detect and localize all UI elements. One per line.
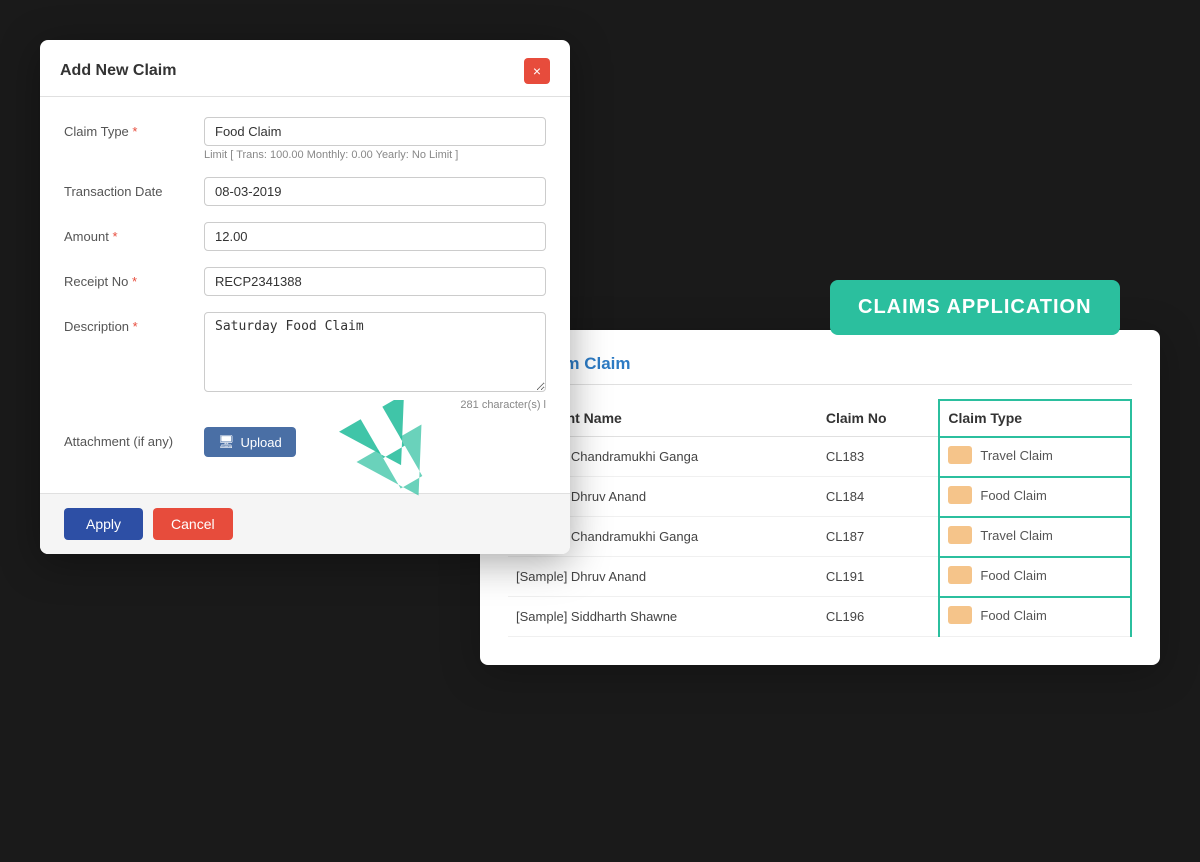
modal-close-button[interactable]: × — [524, 58, 550, 84]
description-label: Description * — [64, 312, 204, 334]
table-row: [Sample] Dhruv Anand CL184 Food Claim — [508, 477, 1131, 517]
claim-type-color-dot — [948, 566, 972, 584]
table-header-row: Applicant Name Claim No Claim Type — [508, 400, 1131, 437]
required-star: * — [132, 124, 137, 139]
cell-claim-type: Food Claim — [939, 557, 1131, 597]
description-control: 281 character(s) l — [204, 312, 546, 411]
claim-type-badge: Food Claim — [948, 566, 1046, 584]
receipt-no-label: Receipt No * — [64, 267, 204, 289]
claim-type-control: Food Claim Limit [ Trans: 100.00 Monthly… — [204, 117, 546, 161]
amount-label: Amount * — [64, 222, 204, 244]
table-row: [Sample] Siddharth Shawne CL196 Food Cla… — [508, 597, 1131, 637]
claim-type-badge: Food Claim — [948, 486, 1046, 504]
claim-type-text: Travel Claim — [980, 528, 1052, 543]
modal-header: Add New Claim × — [40, 40, 570, 97]
receipt-no-input[interactable] — [204, 267, 546, 296]
attachment-row: Attachment (if any) 🖥 Upload — [64, 427, 546, 457]
claim-type-badge: Travel Claim — [948, 526, 1052, 544]
transaction-date-row: Transaction Date — [64, 177, 546, 206]
claim-type-badge: Food Claim — [948, 606, 1046, 624]
cell-claim-no: CL191 — [818, 557, 940, 597]
col-header-claim-no: Claim No — [818, 400, 940, 437]
claim-type-limit: Limit [ Trans: 100.00 Monthly: 0.00 Year… — [204, 149, 546, 161]
cell-applicant: [Sample] Dhruv Anand — [508, 557, 818, 597]
cell-claim-type: Food Claim — [939, 477, 1131, 517]
claim-type-text: Travel Claim — [980, 448, 1052, 463]
scene: Add New Claim × Claim Type * Food Claim … — [0, 0, 1200, 862]
receipt-no-row: Receipt No * — [64, 267, 546, 296]
claim-type-label: Claim Type * — [64, 117, 204, 139]
cancel-button[interactable]: Cancel — [153, 508, 233, 540]
claims-card-title: My Team Claim — [508, 354, 1132, 385]
cell-applicant: [Sample] Siddharth Shawne — [508, 597, 818, 637]
cell-claim-type: Travel Claim — [939, 437, 1131, 477]
claim-type-select[interactable]: Food Claim — [204, 117, 546, 146]
description-row: Description * 281 character(s) l — [64, 312, 546, 411]
amount-required-star: * — [112, 229, 117, 244]
add-claim-modal: Add New Claim × Claim Type * Food Claim … — [40, 40, 570, 554]
claim-type-row: Claim Type * Food Claim Limit [ Trans: 1… — [64, 117, 546, 161]
cell-claim-type: Food Claim — [939, 597, 1131, 637]
claim-type-badge: Travel Claim — [948, 446, 1052, 464]
modal-body: Claim Type * Food Claim Limit [ Trans: 1… — [40, 97, 570, 493]
claim-type-text: Food Claim — [980, 608, 1046, 623]
transaction-date-control — [204, 177, 546, 206]
claim-type-color-dot — [948, 446, 972, 464]
attachment-label: Attachment (if any) — [64, 427, 204, 449]
claim-type-text: Food Claim — [980, 568, 1046, 583]
claim-type-color-dot — [948, 606, 972, 624]
transaction-date-input[interactable] — [204, 177, 546, 206]
description-required-star: * — [133, 319, 138, 334]
modal-title: Add New Claim — [60, 62, 176, 80]
claims-table: Applicant Name Claim No Claim Type [Samp… — [508, 399, 1132, 637]
upload-button[interactable]: 🖥 Upload — [204, 427, 296, 457]
claims-card: My Team Claim Applicant Name Claim No Cl… — [480, 330, 1160, 665]
receipt-no-control — [204, 267, 546, 296]
amount-input[interactable] — [204, 222, 546, 251]
upload-label: Upload — [241, 435, 282, 450]
claim-type-color-dot — [948, 526, 972, 544]
arrow-decoration — [330, 400, 450, 520]
table-row: [Sample] Chandramukhi Ganga CL183 Travel… — [508, 437, 1131, 477]
amount-row: Amount * — [64, 222, 546, 251]
receipt-required-star: * — [132, 274, 137, 289]
cell-claim-no: CL184 — [818, 477, 940, 517]
description-textarea[interactable] — [204, 312, 546, 392]
cell-claim-no: CL183 — [818, 437, 940, 477]
modal-footer: Apply Cancel — [40, 493, 570, 554]
col-header-claim-type: Claim Type — [939, 400, 1131, 437]
upload-icon: 🖥 — [218, 434, 235, 450]
apply-button[interactable]: Apply — [64, 508, 143, 540]
table-row: [Sample] Dhruv Anand CL191 Food Claim — [508, 557, 1131, 597]
transaction-date-label: Transaction Date — [64, 177, 204, 199]
amount-control — [204, 222, 546, 251]
claim-type-text: Food Claim — [980, 488, 1046, 503]
cell-claim-no: CL187 — [818, 517, 940, 557]
cell-claim-type: Travel Claim — [939, 517, 1131, 557]
claims-application-badge: CLAIMS APPLICATION — [830, 280, 1120, 335]
claim-type-color-dot — [948, 486, 972, 504]
table-row: [Sample] Chandramukhi Ganga CL187 Travel… — [508, 517, 1131, 557]
cell-claim-no: CL196 — [818, 597, 940, 637]
